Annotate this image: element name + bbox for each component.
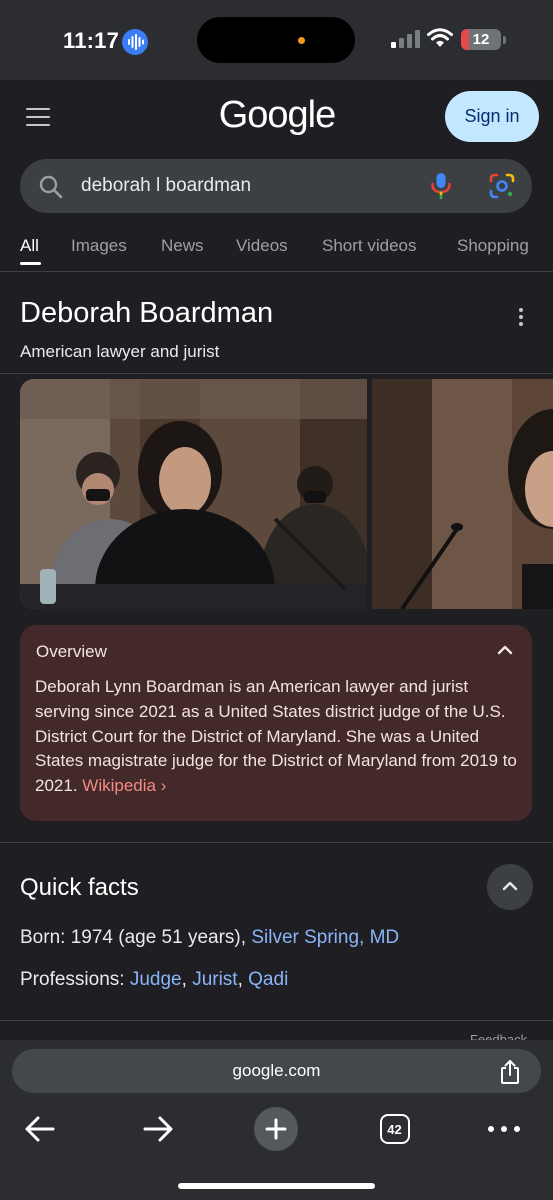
wikipedia-link[interactable]: Wikipedia: [82, 776, 156, 795]
cellular-signal-icon: [391, 30, 421, 48]
overview-heading: Overview: [36, 642, 107, 661]
profession-link-jurist[interactable]: Jurist: [192, 969, 237, 990]
knowledge-panel-title: Deborah Boardman: [20, 297, 274, 329]
knowledge-panel-subtitle: American lawyer and jurist: [20, 342, 220, 361]
audio-indicator-icon: [122, 29, 148, 55]
address-bar[interactable]: google.com: [12, 1049, 541, 1093]
wifi-icon: [427, 28, 453, 47]
dynamic-island: [197, 17, 355, 63]
forward-arrow-icon[interactable]: [142, 1108, 174, 1150]
fact-professions-label: Professions: [20, 969, 120, 990]
battery-cap: [503, 36, 506, 44]
camera-indicator-dot: [298, 37, 305, 44]
microphone-icon[interactable]: [430, 172, 452, 200]
search-icon: [39, 175, 63, 199]
url-text[interactable]: google.com: [12, 1061, 541, 1081]
collapse-quick-facts-button[interactable]: [487, 864, 533, 910]
plus-icon: [265, 1118, 287, 1140]
chevron-right-icon[interactable]: ›: [161, 776, 167, 795]
profession-link-qadi[interactable]: Qadi: [248, 969, 288, 990]
quick-facts-title: Quick facts: [20, 874, 139, 901]
tab-count: 42: [387, 1122, 402, 1137]
chevron-up-icon: [502, 881, 518, 891]
fact-professions: Professions: Judge, Jurist, Qadi: [20, 969, 289, 990]
google-lens-icon[interactable]: [489, 173, 515, 199]
more-icon[interactable]: [488, 1126, 520, 1132]
overview-text: Deborah Lynn Boardman is an American law…: [35, 675, 521, 799]
knowledge-panel-image-1[interactable]: [20, 379, 367, 609]
status-time: 11:17: [63, 28, 120, 53]
knowledge-panel-image-2[interactable]: [372, 379, 553, 609]
divider: [0, 1020, 553, 1021]
battery-icon: 12: [461, 29, 501, 50]
tab-shopping[interactable]: Shopping: [457, 236, 529, 256]
divider: [0, 373, 553, 374]
fact-born-value: 1974 (age 51 years),: [70, 927, 247, 948]
home-indicator[interactable]: [178, 1183, 375, 1189]
tab-videos[interactable]: Videos: [236, 236, 288, 256]
active-tab-indicator: [20, 262, 41, 265]
share-icon[interactable]: [498, 1059, 522, 1085]
chevron-up-icon[interactable]: [496, 644, 514, 656]
fact-born: Born: 1974 (age 51 years), Silver Spring…: [20, 927, 400, 948]
birthplace-link[interactable]: Silver Spring, MD: [251, 927, 399, 948]
divider: [0, 842, 553, 843]
search-bar[interactable]: deborah l boardman: [20, 159, 532, 213]
tab-all[interactable]: All: [20, 236, 39, 256]
hamburger-menu-icon[interactable]: [26, 108, 50, 126]
profession-link-judge[interactable]: Judge: [130, 969, 182, 990]
overview-card: Overview Deborah Lynn Boardman is an Ame…: [20, 625, 532, 821]
tab-short-videos[interactable]: Short videos: [322, 236, 417, 256]
sign-in-button[interactable]: Sign in: [445, 91, 539, 142]
search-input[interactable]: deborah l boardman: [81, 175, 251, 197]
tabs-icon[interactable]: 42: [380, 1114, 410, 1144]
more-options-icon[interactable]: [518, 308, 524, 326]
new-tab-button[interactable]: [254, 1107, 298, 1151]
battery-percentage: 12: [472, 31, 490, 48]
status-bar: 11:17 12: [0, 0, 553, 80]
tab-news[interactable]: News: [161, 236, 204, 256]
google-logo[interactable]: Google: [210, 94, 344, 137]
fact-born-label: Born: [20, 927, 61, 948]
search-tabs: All Images News Videos Short videos Shop…: [0, 236, 553, 272]
tab-images[interactable]: Images: [71, 236, 127, 256]
back-arrow-icon[interactable]: [24, 1108, 56, 1150]
